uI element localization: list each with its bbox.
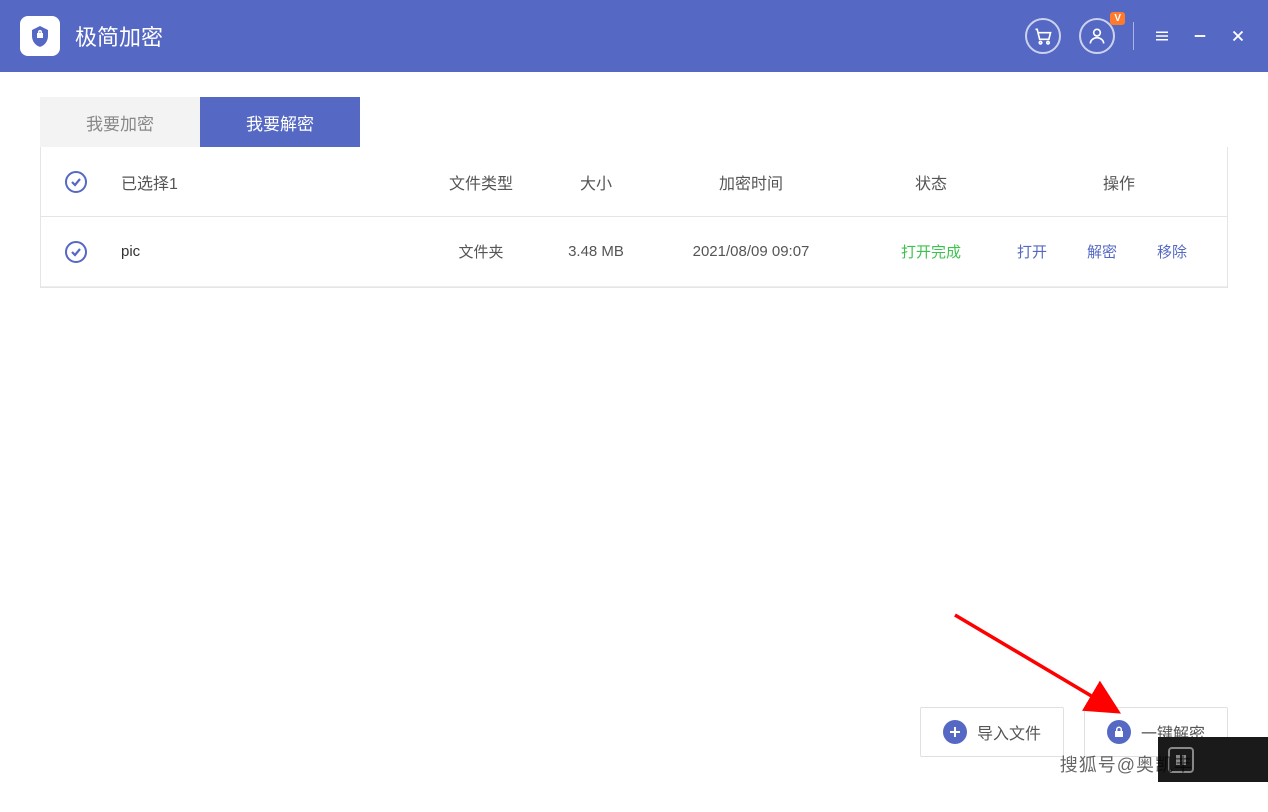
action-remove[interactable]: 移除 bbox=[1157, 241, 1187, 262]
user-avatar[interactable]: V bbox=[1079, 18, 1115, 54]
header-actions: 操作 bbox=[1011, 170, 1227, 194]
divider bbox=[1133, 22, 1134, 50]
plus-icon bbox=[943, 720, 967, 744]
table-row: pic 文件夹 3.48 MB 2021/08/09 09:07 打开完成 打开… bbox=[41, 217, 1227, 287]
app-title: 极简加密 bbox=[75, 20, 1025, 52]
header-type: 文件类型 bbox=[421, 170, 541, 194]
header-time: 加密时间 bbox=[651, 170, 851, 194]
vip-badge-icon: V bbox=[1110, 12, 1125, 25]
main-content: 我要加密 我要解密 已选择1 文件类型 大小 加密时间 状态 操作 pic bbox=[0, 72, 1268, 313]
app-logo-icon bbox=[20, 16, 60, 56]
table-header-row: 已选择1 文件类型 大小 加密时间 状态 操作 bbox=[41, 147, 1227, 217]
cell-status: 打开完成 bbox=[851, 241, 1011, 262]
file-table: 已选择1 文件类型 大小 加密时间 状态 操作 pic 文件夹 3.48 MB … bbox=[40, 147, 1228, 288]
cell-size: 3.48 MB bbox=[541, 243, 651, 260]
minimize-button[interactable] bbox=[1190, 26, 1210, 46]
action-decrypt[interactable]: 解密 bbox=[1087, 241, 1117, 262]
menu-button[interactable] bbox=[1152, 26, 1172, 46]
tab-encrypt[interactable]: 我要加密 bbox=[40, 97, 200, 147]
cell-type: 文件夹 bbox=[421, 241, 541, 262]
lock-icon bbox=[1107, 720, 1131, 744]
row-checkbox[interactable] bbox=[65, 241, 87, 263]
cell-name: pic bbox=[111, 243, 421, 260]
header-status: 状态 bbox=[851, 170, 1011, 194]
watermark-text: 搜狐号@奥凯丰 bbox=[1060, 751, 1193, 777]
import-file-button[interactable]: 导入文件 bbox=[920, 707, 1064, 757]
header-selected-count: 已选择1 bbox=[111, 170, 421, 194]
tab-bar: 我要加密 我要解密 bbox=[40, 97, 1228, 147]
header-size: 大小 bbox=[541, 170, 651, 194]
titlebar-controls: V bbox=[1025, 18, 1248, 54]
titlebar: 极简加密 V bbox=[0, 0, 1268, 72]
close-button[interactable] bbox=[1228, 26, 1248, 46]
action-open[interactable]: 打开 bbox=[1017, 241, 1047, 262]
select-all-checkbox[interactable] bbox=[65, 171, 87, 193]
cell-time: 2021/08/09 09:07 bbox=[651, 243, 851, 260]
tab-decrypt[interactable]: 我要解密 bbox=[200, 97, 360, 147]
shop-button[interactable] bbox=[1025, 18, 1061, 54]
import-label: 导入文件 bbox=[977, 720, 1041, 744]
